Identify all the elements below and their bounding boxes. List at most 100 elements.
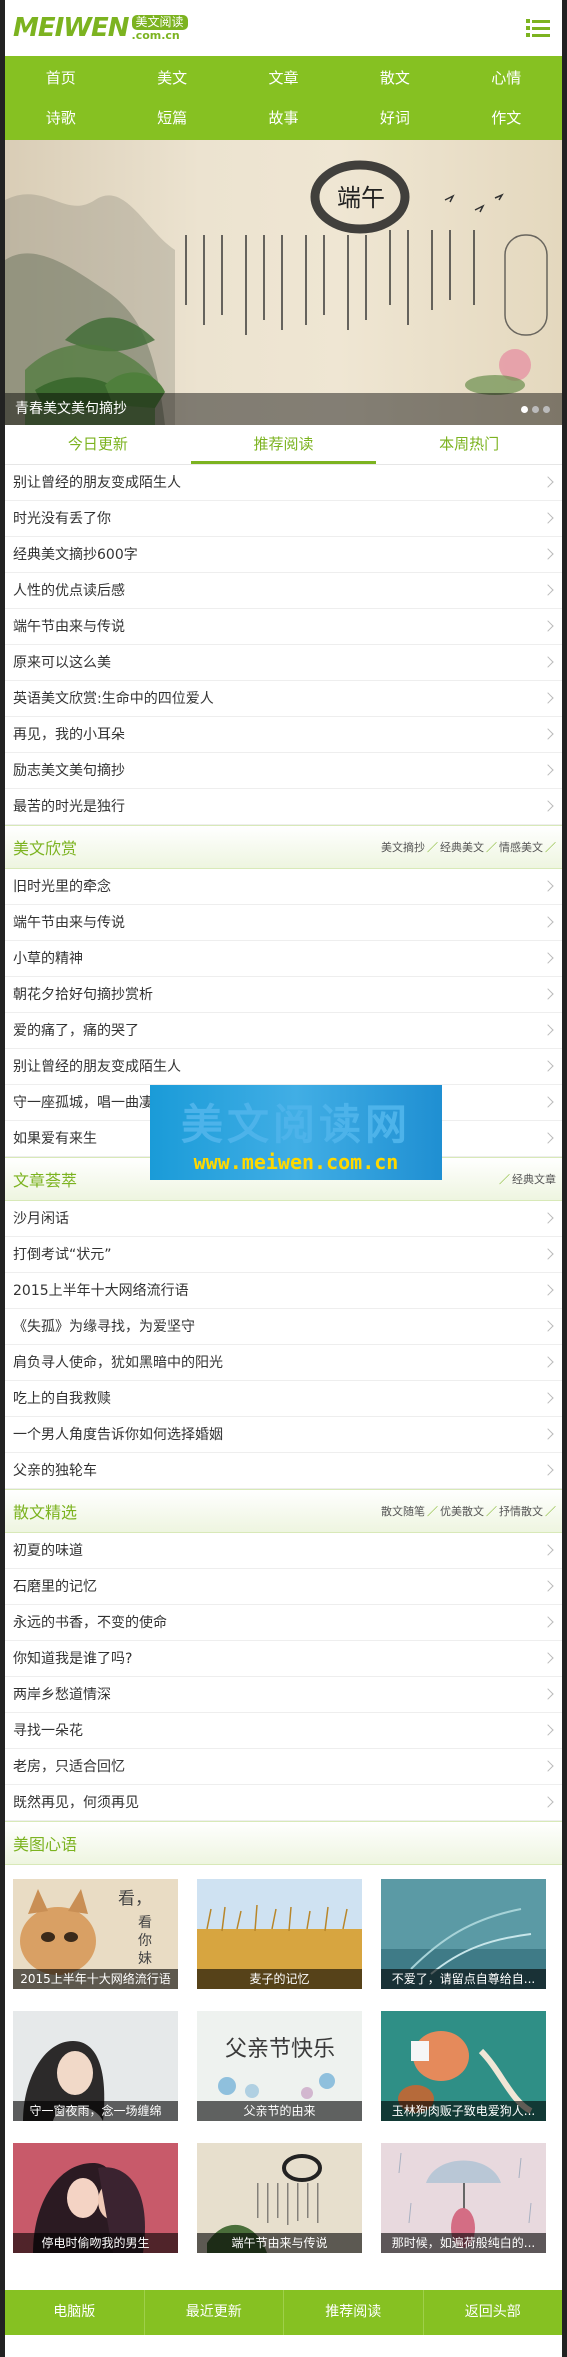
list-item[interactable]: 旧时光里的牵念 <box>5 869 562 905</box>
footer-bar: 电脑版 最近更新 推荐阅读 返回头部 <box>5 2290 562 2335</box>
list-item[interactable]: 两岸乡愁道情深 <box>5 1677 562 1713</box>
list-item[interactable]: 沙月闲话 <box>5 1201 562 1237</box>
section-link[interactable]: 优美散文 <box>440 1503 484 1519</box>
footer-desktop-link[interactable]: 电脑版 <box>5 2290 145 2335</box>
gallery-item[interactable]: 守一窗夜雨，念一场缠绵 <box>13 2011 178 2121</box>
image-gallery: 看， 看 你 妹 2015上半年十大网络流行语 麦子的记忆 不爱了，请留点自尊给… <box>5 1865 562 2275</box>
section-link[interactable]: 美文摘抄 <box>381 839 425 855</box>
gallery-item[interactable]: 玉林狗肉贩子致电爱狗人... <box>381 2011 546 2121</box>
footer-recent-link[interactable]: 最近更新 <box>145 2290 284 2335</box>
tab-today-updates[interactable]: 今日更新 <box>5 425 191 464</box>
list-item[interactable]: 爱的痛了，痛的哭了 <box>5 1013 562 1049</box>
nav-item-prose[interactable]: 散文 <box>339 58 450 98</box>
section-list-prose: 初夏的味道 石磨里的记忆 永远的书香，不变的使命 你知道我是谁了吗? 两岸乡愁道… <box>5 1533 562 1821</box>
banner-slider[interactable]: 端午 青春美文美句摘抄 <box>5 140 562 425</box>
gallery-item[interactable]: 停电时偷吻我的男生 <box>13 2143 178 2253</box>
logo-cn: 美文阅读 <box>131 14 188 30</box>
tab-bar: 今日更新 推荐阅读 本周热门 <box>5 425 562 465</box>
list-item[interactable]: 再见，我的小耳朵 <box>5 717 562 753</box>
gallery-caption: 2015上半年十大网络流行语 <box>13 1969 178 1989</box>
link-separator: ／ <box>486 841 497 854</box>
gallery-item[interactable]: 端午节由来与传说 <box>197 2143 362 2253</box>
list-item[interactable]: 永远的书香，不变的使命 <box>5 1605 562 1641</box>
main-nav: 首页 美文 文章 散文 心情 诗歌 短篇 故事 好词 作文 <box>5 56 562 140</box>
link-separator: ／ <box>427 841 438 854</box>
list-item[interactable]: 初夏的味道 <box>5 1533 562 1569</box>
nav-item-home[interactable]: 首页 <box>5 58 116 98</box>
nav-item-short[interactable]: 短篇 <box>116 98 227 138</box>
nav-item-essay[interactable]: 作文 <box>451 98 562 138</box>
nav-item-article[interactable]: 文章 <box>228 58 339 98</box>
gallery-caption: 麦子的记忆 <box>197 1969 362 1989</box>
site-logo[interactable]: MEIWEN 美文阅读 .com.cn <box>13 13 188 43</box>
section-link[interactable]: 经典美文 <box>440 839 484 855</box>
list-item[interactable]: 石磨里的记忆 <box>5 1569 562 1605</box>
tab-weekly-hot[interactable]: 本周热门 <box>376 425 562 464</box>
slider-dot[interactable] <box>521 406 528 413</box>
list-item[interactable]: 小草的精神 <box>5 941 562 977</box>
tab-recommended[interactable]: 推荐阅读 <box>190 425 377 464</box>
section-title[interactable]: 美图心语 <box>13 1831 77 1855</box>
link-separator: ／ <box>427 1505 438 1518</box>
footer-back-to-top-link[interactable]: 返回头部 <box>424 2290 563 2335</box>
section-link[interactable]: 散文随笔 <box>381 1503 425 1519</box>
menu-icon[interactable] <box>526 19 550 37</box>
list-item[interactable]: 经典美文摘抄600字 <box>5 537 562 573</box>
list-item[interactable]: 人性的优点读后感 <box>5 573 562 609</box>
slider-dot[interactable] <box>532 406 539 413</box>
section-header-gallery: 美图心语 <box>5 1821 562 1865</box>
gallery-item[interactable]: 父亲节快乐 父亲节的由来 <box>197 2011 362 2121</box>
link-separator: ／ <box>486 1505 497 1518</box>
nav-item-mood[interactable]: 心情 <box>451 58 562 98</box>
list-item[interactable]: 2015上半年十大网络流行语 <box>5 1273 562 1309</box>
list-item[interactable]: 你知道我是谁了吗? <box>5 1641 562 1677</box>
recommended-list: 别让曾经的朋友变成陌生人 时光没有丢了你 经典美文摘抄600字 人性的优点读后感… <box>5 465 562 825</box>
section-link[interactable]: 抒情散文 <box>499 1503 543 1519</box>
list-item[interactable]: 最苦的时光是独行 <box>5 789 562 825</box>
banner-caption[interactable]: 青春美文美句摘抄 <box>5 393 562 425</box>
footer-recommended-link[interactable]: 推荐阅读 <box>284 2290 424 2335</box>
list-item[interactable]: 端午节由来与传说 <box>5 609 562 645</box>
list-item[interactable]: 时光没有丢了你 <box>5 501 562 537</box>
section-title[interactable]: 美文欣赏 <box>13 835 77 859</box>
list-item[interactable]: 端午节由来与传说 <box>5 905 562 941</box>
list-item[interactable]: 别让曾经的朋友变成陌生人 <box>5 1049 562 1085</box>
list-item[interactable]: 既然再见，何须再见 <box>5 1785 562 1821</box>
list-item[interactable]: 寻找一朵花 <box>5 1713 562 1749</box>
list-item[interactable]: 打倒考试“状元” <box>5 1237 562 1273</box>
section-header-prose: 散文精选 散文随笔／ 优美散文／ 抒情散文／ <box>5 1489 562 1533</box>
nav-item-poetry[interactable]: 诗歌 <box>5 98 116 138</box>
gallery-caption: 不爱了，请留点自尊给自... <box>381 1969 546 1989</box>
gallery-item[interactable]: 不爱了，请留点自尊给自... <box>381 1879 546 1989</box>
list-item[interactable]: 英语美文欣赏:生命中的四位爱人 <box>5 681 562 717</box>
list-item[interactable]: 励志美文美句摘抄 <box>5 753 562 789</box>
section-title[interactable]: 文章荟萃 <box>13 1167 77 1191</box>
section-title[interactable]: 散文精选 <box>13 1499 77 1523</box>
nav-item-story[interactable]: 故事 <box>228 98 339 138</box>
gallery-item[interactable]: 看， 看 你 妹 2015上半年十大网络流行语 <box>13 1879 178 1989</box>
slider-dot[interactable] <box>543 406 550 413</box>
nav-item-meiwen[interactable]: 美文 <box>116 58 227 98</box>
gallery-item[interactable]: 麦子的记忆 <box>197 1879 362 1989</box>
cat-text-line: 妹 <box>138 1951 152 1967</box>
section-link[interactable]: 经典文章 <box>512 1171 556 1187</box>
nav-item-words[interactable]: 好词 <box>339 98 450 138</box>
page: MEIWEN 美文阅读 .com.cn 首页 美文 文章 散文 心情 诗歌 短篇… <box>5 0 562 2357</box>
gallery-item[interactable]: 那时候，如遍荷般纯白的... <box>381 2143 546 2253</box>
list-item[interactable]: 《失孤》为缘寻找，为爱坚守 <box>5 1309 562 1345</box>
banner-title-chars: 端午 <box>337 184 385 212</box>
watermark-title: 美文阅读网 <box>180 1100 411 1149</box>
list-item[interactable]: 一个男人角度告诉你如何选择婚姻 <box>5 1417 562 1453</box>
gallery-caption: 父亲节的由来 <box>197 2101 362 2121</box>
section-link[interactable]: 情感美文 <box>499 839 543 855</box>
list-item[interactable]: 原来可以这么美 <box>5 645 562 681</box>
list-item[interactable]: 朝花夕拾好句摘抄赏析 <box>5 977 562 1013</box>
list-item[interactable]: 吃上的自我救赎 <box>5 1381 562 1417</box>
list-item[interactable]: 父亲的独轮车 <box>5 1453 562 1489</box>
section-header-meiwen: 美文欣赏 美文摘抄／ 经典美文／ 情感美文／ <box>5 825 562 869</box>
gallery-caption: 端午节由来与传说 <box>197 2233 362 2253</box>
list-item[interactable]: 肩负寻人使命，犹如黑暗中的阳光 <box>5 1345 562 1381</box>
list-item[interactable]: 老房，只适合回忆 <box>5 1749 562 1785</box>
list-item[interactable]: 别让曾经的朋友变成陌生人 <box>5 465 562 501</box>
logo-domain: .com.cn <box>131 28 180 42</box>
